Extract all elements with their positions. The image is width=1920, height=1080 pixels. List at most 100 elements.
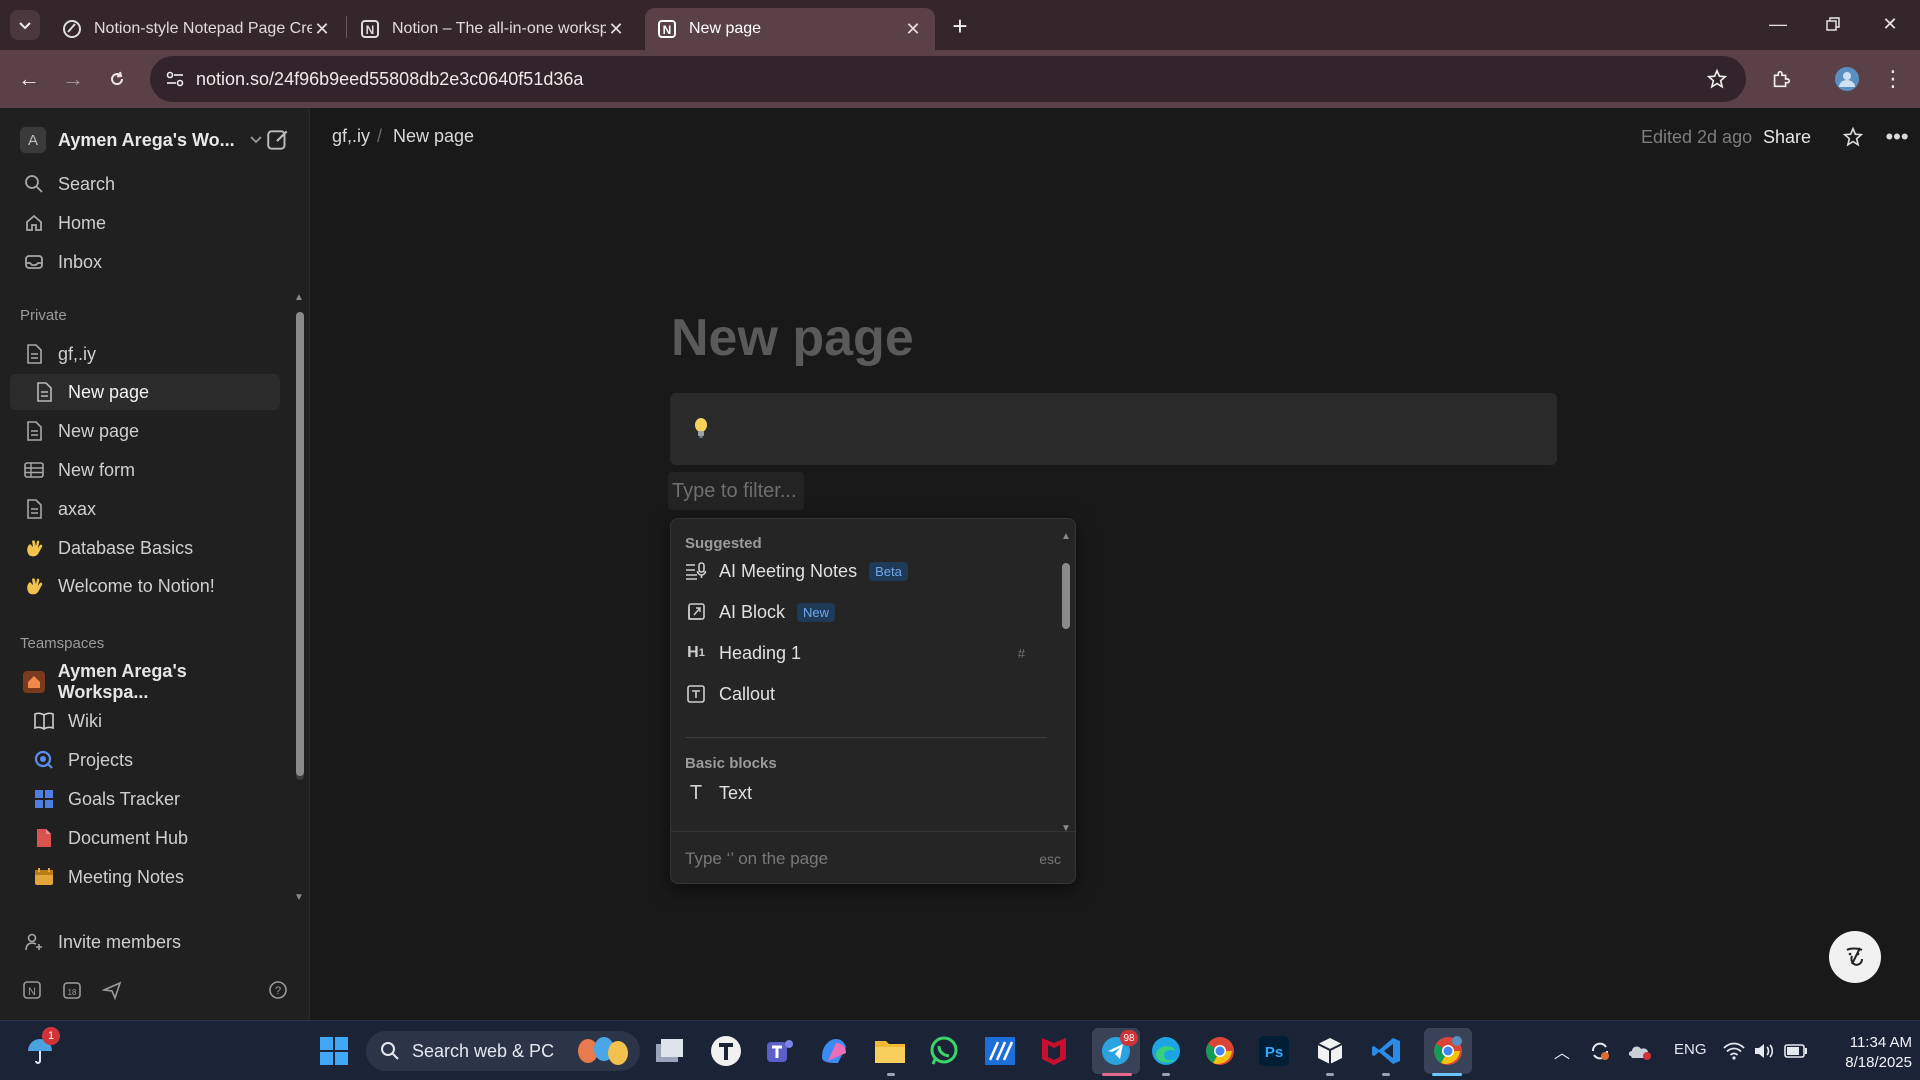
taskbar-search[interactable]: Search web & PC bbox=[366, 1031, 640, 1071]
vscode-icon[interactable] bbox=[1368, 1033, 1404, 1069]
calendar-app-icon[interactable]: 18 bbox=[60, 978, 84, 1002]
text-icon: T bbox=[689, 781, 703, 804]
language-indicator[interactable]: ENG bbox=[1674, 1041, 1707, 1058]
favorite-star-button[interactable] bbox=[1838, 122, 1868, 152]
new-page-compose-icon[interactable] bbox=[265, 127, 291, 153]
t-app-icon[interactable] bbox=[708, 1033, 744, 1069]
sidebar-scroll-up-arrow[interactable]: ▲ bbox=[294, 292, 304, 303]
chrome-profile-icon[interactable] bbox=[1424, 1028, 1472, 1074]
close-window-button[interactable]: ✕ bbox=[1872, 8, 1908, 40]
breadcrumb-current[interactable]: New page bbox=[393, 126, 474, 147]
help-icon[interactable]: ? bbox=[266, 978, 290, 1002]
sidebar-page-new-form[interactable]: New form bbox=[10, 452, 280, 488]
sidebar-teamspace-projects[interactable]: Projects bbox=[10, 742, 280, 778]
edited-timestamp: Edited 2d ago bbox=[1641, 127, 1753, 147]
sidebar-item-label: axax bbox=[58, 498, 97, 519]
edge-icon[interactable] bbox=[1148, 1033, 1184, 1069]
sidebar-item-home[interactable]: Home bbox=[10, 205, 280, 241]
start-button[interactable] bbox=[316, 1033, 352, 1069]
sidebar-scroll-thumb[interactable] bbox=[296, 312, 304, 776]
whatsapp-icon[interactable] bbox=[926, 1033, 962, 1069]
back-button[interactable]: ← bbox=[14, 64, 44, 94]
onedrive-icon[interactable] bbox=[1622, 1033, 1658, 1069]
new-tab-button[interactable]: + bbox=[946, 11, 974, 41]
sidebar-teamspace-document-hub[interactable]: Document Hub bbox=[10, 820, 280, 856]
bookmark-star-button[interactable] bbox=[1702, 64, 1732, 94]
close-tab-icon[interactable]: ✕ bbox=[312, 19, 332, 39]
address-bar[interactable]: notion.so/24f96b9eed55808db2e3c0640f51d3… bbox=[150, 56, 1746, 102]
sidebar-page-database-basics[interactable]: Database Basics bbox=[10, 530, 280, 566]
menu-item-ai-block[interactable]: AI Block New bbox=[685, 594, 1035, 630]
menu-item-text[interactable]: T Text bbox=[685, 775, 1035, 811]
mcafee-icon[interactable] bbox=[1036, 1033, 1072, 1069]
file-explorer-icon[interactable] bbox=[872, 1033, 908, 1069]
sidebar-item-search[interactable]: Search bbox=[10, 166, 280, 202]
sidebar-page-new-page-active[interactable]: New page bbox=[10, 374, 280, 410]
browser-tab-2[interactable]: N Notion – The all-in-one worksp ✕ bbox=[348, 8, 638, 50]
menu-item-ai-meeting-notes[interactable]: AI Meeting Notes Beta bbox=[685, 553, 1035, 589]
kinemaster-app-icon[interactable] bbox=[982, 1033, 1018, 1069]
teams-icon[interactable] bbox=[762, 1033, 798, 1069]
sidebar-page-new-page[interactable]: New page bbox=[10, 413, 280, 449]
menu-item-callout[interactable]: Callout bbox=[685, 676, 1035, 712]
search-icon bbox=[22, 172, 46, 196]
sidebar-page-welcome-to-notion[interactable]: Welcome to Notion! bbox=[10, 568, 280, 604]
volume-icon[interactable] bbox=[1746, 1033, 1782, 1069]
task-view-icon[interactable] bbox=[652, 1033, 688, 1069]
extensions-button[interactable] bbox=[1766, 64, 1796, 94]
menu-item-heading-1[interactable]: H1 Heading 1 # bbox=[685, 635, 1035, 671]
menu-scrollbar[interactable]: ▲ ▼ bbox=[1061, 531, 1071, 845]
sidebar-teamspace[interactable]: Aymen Arega's Workspa... bbox=[10, 661, 280, 702]
browser-tab-1[interactable]: Notion-style Notepad Page Cre ✕ bbox=[50, 8, 344, 50]
lightbulb-icon[interactable] bbox=[692, 417, 710, 441]
sidebar-scrollbar[interactable] bbox=[296, 312, 304, 780]
tab-search-button[interactable] bbox=[10, 10, 40, 40]
browser-tab-active[interactable]: N New page ✕ bbox=[645, 8, 935, 50]
weather-widget[interactable]: 1 bbox=[22, 1027, 60, 1069]
sidebar-page-gf-iy[interactable]: gf,.iy bbox=[10, 336, 280, 372]
esc-hint[interactable]: esc bbox=[1039, 851, 1061, 867]
chrome-icon[interactable] bbox=[1202, 1033, 1238, 1069]
workspace-switcher[interactable]: A Aymen Arega's Wo... bbox=[20, 124, 291, 156]
reload-button[interactable] bbox=[102, 64, 132, 94]
page-title-placeholder[interactable]: New page bbox=[671, 308, 914, 368]
sidebar-item-label: New page bbox=[68, 381, 150, 402]
menu-scroll-thumb[interactable] bbox=[1062, 563, 1070, 629]
forward-button[interactable]: → bbox=[58, 64, 88, 94]
svg-text:N: N bbox=[366, 23, 375, 37]
breadcrumb-parent[interactable]: gf,.iy bbox=[332, 126, 370, 147]
sidebar-teamspace-wiki[interactable]: Wiki bbox=[10, 703, 280, 739]
filter-input[interactable]: Type to filter... bbox=[668, 472, 804, 510]
invite-members-button[interactable]: Invite members bbox=[10, 924, 280, 960]
sidebar-scroll-down-arrow[interactable]: ▼ bbox=[294, 892, 304, 903]
chevron-up-icon[interactable]: ︿ bbox=[1544, 1033, 1580, 1069]
restore-button[interactable] bbox=[1815, 8, 1851, 40]
send-icon[interactable] bbox=[100, 978, 124, 1002]
sidebar-teamspace-goals-tracker[interactable]: Goals Tracker bbox=[10, 781, 280, 817]
callout-block[interactable] bbox=[670, 393, 1557, 465]
sidebar-item-inbox[interactable]: Inbox bbox=[10, 244, 280, 280]
notion-ai-face-icon bbox=[1846, 947, 1863, 966]
close-tab-icon[interactable]: ✕ bbox=[903, 19, 923, 39]
sidebar-teamspace-meeting-notes[interactable]: Meeting Notes bbox=[10, 859, 280, 895]
copilot-icon[interactable] bbox=[816, 1033, 852, 1069]
notion-ai-assistant-button[interactable] bbox=[1829, 931, 1881, 983]
menu-scroll-up-arrow[interactable]: ▲ bbox=[1061, 531, 1071, 542]
sidebar-item-label: New page bbox=[58, 420, 140, 441]
box-app-icon[interactable] bbox=[1312, 1033, 1348, 1069]
notion-favicon-icon bbox=[63, 20, 81, 38]
photoshop-icon[interactable]: Ps bbox=[1256, 1033, 1292, 1069]
close-tab-icon[interactable]: ✕ bbox=[606, 19, 626, 39]
system-clock[interactable]: 11:34 AM 8/18/2025 bbox=[1822, 1033, 1912, 1073]
site-info-icon[interactable] bbox=[164, 68, 186, 90]
more-options-button[interactable]: ••• bbox=[1882, 122, 1912, 152]
telegram-icon[interactable]: 98 bbox=[1092, 1028, 1140, 1074]
sync-icon[interactable] bbox=[1582, 1033, 1618, 1069]
battery-icon[interactable] bbox=[1778, 1033, 1814, 1069]
share-button[interactable]: Share bbox=[1763, 127, 1811, 148]
profile-avatar[interactable] bbox=[1832, 64, 1862, 94]
sidebar-page-axax[interactable]: axax bbox=[10, 491, 280, 527]
notion-mail-icon[interactable]: N bbox=[20, 978, 44, 1002]
browser-menu-button[interactable]: ⋮ bbox=[1878, 64, 1908, 94]
minimize-button[interactable]: — bbox=[1760, 8, 1796, 40]
